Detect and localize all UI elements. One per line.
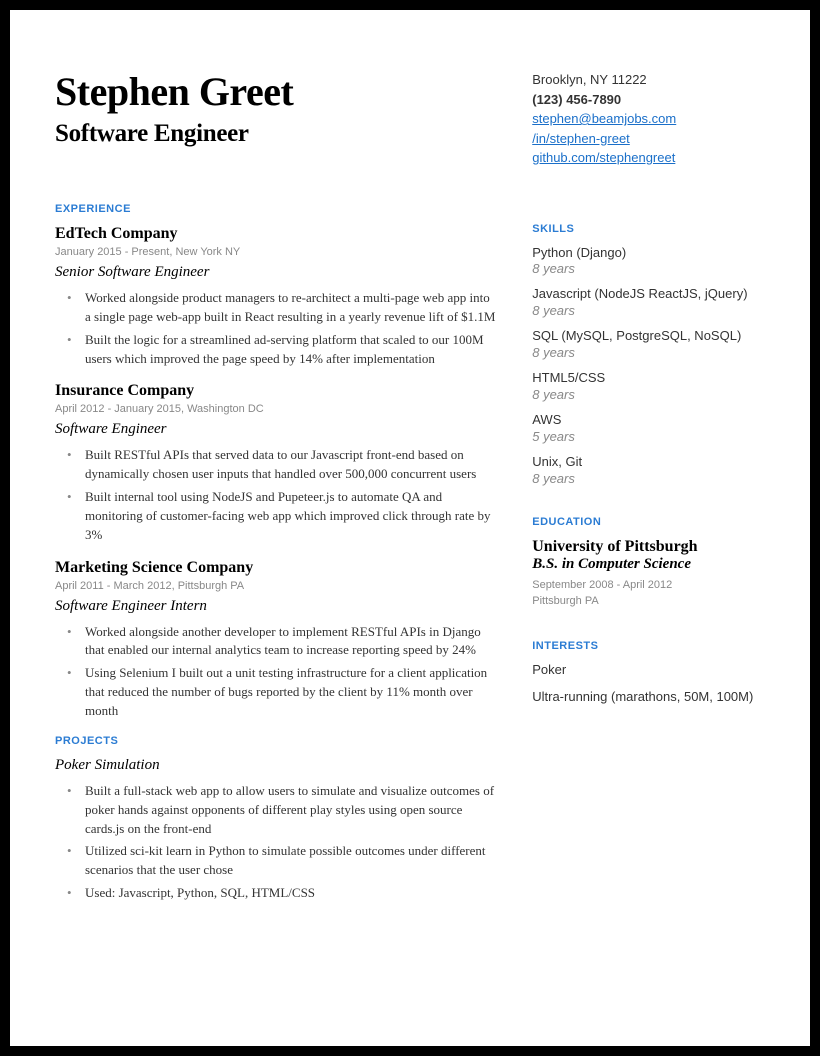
skills-heading: SKILLS [532, 223, 765, 235]
skill-years: 8 years [532, 303, 765, 318]
skill-years: 8 years [532, 345, 765, 360]
main-column: Stephen Greet Software Engineer EXPERIEN… [55, 70, 497, 1006]
skill-name: Unix, Git [532, 454, 765, 471]
bullet-item: Built internal tool using NodeJS and Pup… [85, 488, 497, 545]
skill-years: 5 years [532, 429, 765, 444]
job-dates: April 2011 - March 2012, Pittsburgh PA [55, 580, 497, 592]
side-column: Brooklyn, NY 11222 (123) 456-7890 stephe… [532, 70, 765, 1006]
skill-item: Javascript (NodeJS ReactJS, jQuery) 8 ye… [532, 286, 765, 318]
skill-years: 8 years [532, 387, 765, 402]
company-name: Insurance Company [55, 382, 497, 400]
bullet-list: Built a full-stack web app to allow user… [55, 782, 497, 903]
job-title: Software Engineer [55, 120, 497, 148]
skill-item: HTML5/CSS 8 years [532, 370, 765, 402]
education-heading: EDUCATION [532, 516, 765, 528]
skill-item: Python (Django) 8 years [532, 245, 765, 277]
job-role: Senior Software Engineer [55, 264, 497, 281]
experience-entry: EdTech Company January 2015 - Present, N… [55, 225, 497, 368]
skill-years: 8 years [532, 261, 765, 276]
resume-page: Stephen Greet Software Engineer EXPERIEN… [10, 10, 810, 1046]
interest-item: Poker [532, 662, 765, 679]
contact-phone: (123) 456-7890 [532, 90, 765, 110]
experience-entry: Marketing Science Company April 2011 - M… [55, 559, 497, 721]
skill-item: Unix, Git 8 years [532, 454, 765, 486]
job-role: Software Engineer Intern [55, 598, 497, 615]
job-role: Software Engineer [55, 421, 497, 438]
bullet-list: Built RESTful APIs that served data to o… [55, 446, 497, 544]
education-location: Pittsburgh PA [532, 593, 765, 610]
bullet-item: Using Selenium I built out a unit testin… [85, 664, 497, 721]
interest-item: Ultra-running (marathons, 50M, 100M) [532, 689, 765, 706]
skill-item: AWS 5 years [532, 412, 765, 444]
skill-name: AWS [532, 412, 765, 429]
education-school: University of Pittsburgh [532, 538, 765, 556]
skill-name: Javascript (NodeJS ReactJS, jQuery) [532, 286, 765, 303]
education-dates: September 2008 - April 2012 [532, 577, 765, 594]
skill-years: 8 years [532, 471, 765, 486]
bullet-item: Worked alongside another developer to im… [85, 623, 497, 661]
job-dates: January 2015 - Present, New York NY [55, 246, 497, 258]
bullet-item: Utilized sci-kit learn in Python to simu… [85, 842, 497, 880]
skill-item: SQL (MySQL, PostgreSQL, NoSQL) 8 years [532, 328, 765, 360]
education-entry: University of Pittsburgh B.S. in Compute… [532, 538, 765, 610]
projects-heading: PROJECTS [55, 735, 497, 747]
company-name: EdTech Company [55, 225, 497, 243]
bullet-list: Worked alongside product managers to re-… [55, 289, 497, 368]
contact-location: Brooklyn, NY 11222 [532, 70, 765, 90]
bullet-item: Worked alongside product managers to re-… [85, 289, 497, 327]
company-name: Marketing Science Company [55, 559, 497, 577]
education-degree: B.S. in Computer Science [532, 556, 765, 573]
bullet-item: Used: Javascript, Python, SQL, HTML/CSS [85, 884, 497, 903]
bullet-item: Built a full-stack web app to allow user… [85, 782, 497, 839]
experience-heading: EXPERIENCE [55, 203, 497, 215]
contact-email-link[interactable]: stephen@beamjobs.com [532, 111, 676, 126]
person-name: Stephen Greet [55, 70, 497, 114]
project-name: Poker Simulation [55, 757, 497, 774]
bullet-item: Built RESTful APIs that served data to o… [85, 446, 497, 484]
experience-entry: Insurance Company April 2012 - January 2… [55, 382, 497, 544]
skill-name: SQL (MySQL, PostgreSQL, NoSQL) [532, 328, 765, 345]
skill-name: HTML5/CSS [532, 370, 765, 387]
project-entry: Poker Simulation Built a full-stack web … [55, 757, 497, 903]
bullet-item: Built the logic for a streamlined ad-ser… [85, 331, 497, 369]
interests-heading: INTERESTS [532, 640, 765, 652]
contact-github-link[interactable]: github.com/stephengreet [532, 150, 675, 165]
job-dates: April 2012 - January 2015, Washington DC [55, 403, 497, 415]
bullet-list: Worked alongside another developer to im… [55, 623, 497, 721]
skill-name: Python (Django) [532, 245, 765, 262]
contact-block: Brooklyn, NY 11222 (123) 456-7890 stephe… [532, 70, 765, 168]
contact-linkedin-link[interactable]: /in/stephen-greet [532, 131, 630, 146]
